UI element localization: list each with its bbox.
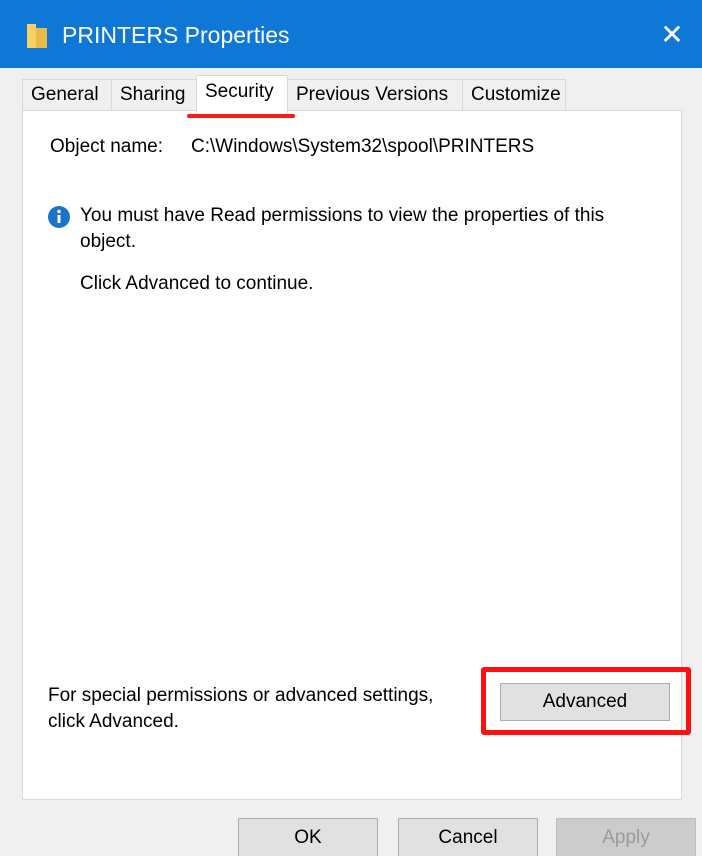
- title-bar: PRINTERS Properties ✕: [0, 0, 702, 68]
- security-panel: Object name: C:\Windows\System32\spool\P…: [22, 110, 691, 800]
- tab-annotation-underline: [187, 114, 295, 118]
- folder-icon: [27, 24, 47, 48]
- window-title: PRINTERS Properties: [62, 22, 290, 48]
- close-icon: ✕: [660, 18, 684, 50]
- continue-message: Click Advanced to continue.: [80, 273, 314, 294]
- info-icon: [48, 206, 70, 228]
- apply-button[interactable]: Apply: [556, 818, 696, 856]
- tab-sharing[interactable]: Sharing: [111, 79, 197, 112]
- advanced-button[interactable]: Advanced: [500, 683, 670, 721]
- special-permissions-text: For special permissions or advanced sett…: [48, 685, 434, 732]
- tab-strip: General Sharing Security Previous Versio…: [22, 75, 682, 113]
- object-name-label: Object name:: [50, 136, 163, 157]
- ok-button[interactable]: OK: [238, 818, 378, 856]
- tab-general[interactable]: General: [22, 79, 112, 112]
- info-message: You must have Read permissions to view t…: [80, 205, 605, 252]
- tab-customize[interactable]: Customize: [462, 79, 566, 112]
- close-button[interactable]: ✕: [642, 0, 702, 68]
- tab-previous-versions[interactable]: Previous Versions: [287, 79, 463, 112]
- object-name-value: C:\Windows\System32\spool\PRINTERS: [191, 136, 535, 157]
- tab-security[interactable]: Security: [196, 75, 288, 113]
- cancel-button[interactable]: Cancel: [398, 818, 538, 856]
